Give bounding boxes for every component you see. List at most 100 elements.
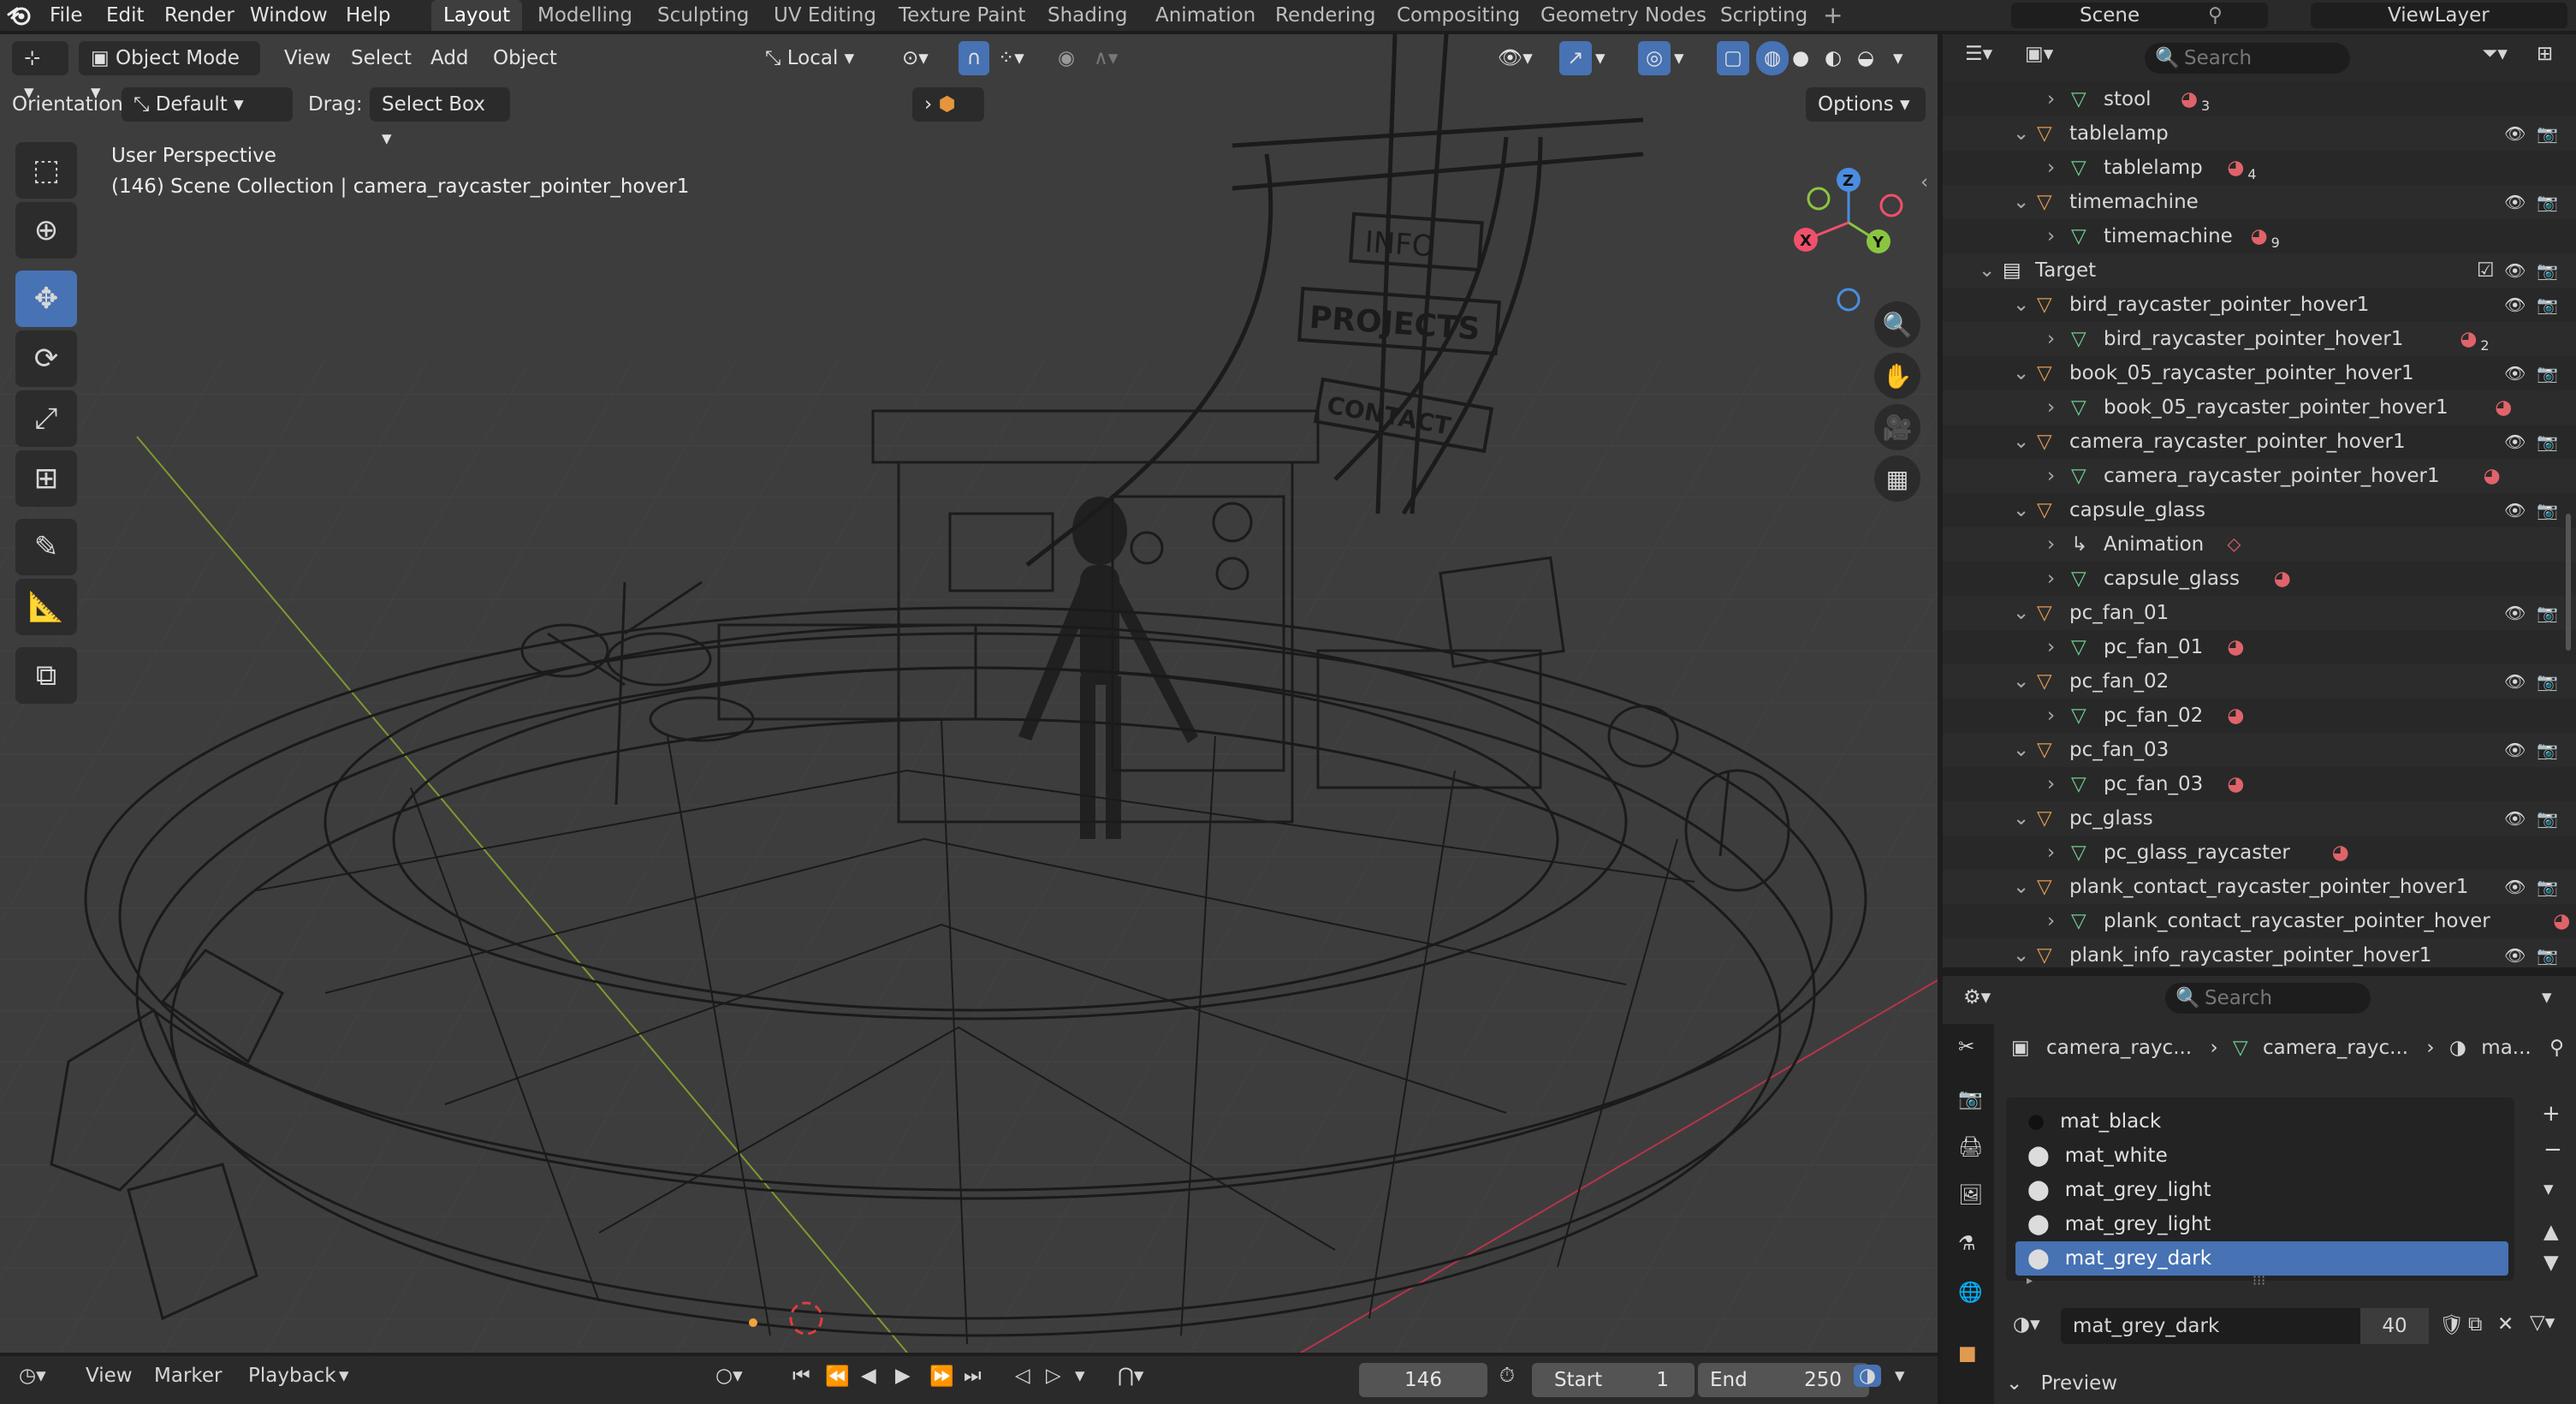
tab-layout[interactable]: Layout	[431, 0, 523, 31]
pin-icon[interactable]: ⚲	[2549, 1031, 2564, 1065]
outliner-row[interactable]: ⌄ ▽ book_05_raycaster_pointer_hover1 👁 📷	[1943, 356, 2576, 390]
play-reverse-icon[interactable]: ◀	[861, 1365, 876, 1387]
visibility-eye-icon[interactable]: 👁	[2504, 253, 2526, 288]
outliner-row[interactable]: ⌄ ▽ tablelamp 👁 📷	[1943, 116, 2576, 151]
pin-icon[interactable]: ⚲	[2208, 4, 2223, 27]
tab-texture-paint[interactable]: Texture Paint	[887, 0, 1037, 31]
tab-compositing[interactable]: Compositing	[1385, 0, 1532, 31]
tab-shading[interactable]: Shading	[1036, 0, 1139, 31]
filter-icon[interactable]: ⏷▾	[2482, 43, 2508, 65]
snap-toggle-icon[interactable]: ∩	[959, 41, 989, 75]
outliner-row[interactable]: › ▽ camera_raycaster_pointer_hover1 ◕	[1943, 459, 2576, 493]
outliner-row[interactable]: › ▽ pc_fan_02 ◕	[1943, 699, 2576, 733]
outliner-row[interactable]: ⌄ ▽ pc_fan_03 👁 📷	[1943, 733, 2576, 767]
exclude-checkbox[interactable]: ☑	[2477, 253, 2495, 288]
close-icon[interactable]: ✕	[2497, 1313, 2514, 1336]
gizmo-expand-button[interactable]: › ⬢	[912, 87, 984, 122]
move-up-icon[interactable]: ▲	[2543, 1221, 2559, 1243]
outliner-row[interactable]: ⌄ ▽ plank_info_raycaster_pointer_hover1 👁 📷	[1943, 938, 2576, 967]
chevron-right-icon[interactable]: ›	[2047, 562, 2055, 596]
menu-edit[interactable]: Edit	[106, 0, 145, 31]
pivot-point-icon[interactable]: ⊙▾	[902, 41, 929, 75]
duplicate-icon[interactable]: ⧉	[2468, 1313, 2482, 1336]
jump-prev-keyframe-icon[interactable]: ⏪	[825, 1365, 850, 1388]
outliner-row[interactable]: › ▽ plank_contact_raycaster_pointer_hover ◕	[1943, 904, 2576, 938]
chevron-right-icon[interactable]: ›	[2047, 699, 2055, 733]
tab-animation[interactable]: Animation	[1143, 0, 1267, 31]
tab-geometry-nodes[interactable]: Geometry Nodes	[1528, 0, 1718, 31]
chevron-down-icon[interactable]: ⌄	[2013, 801, 2029, 836]
orientation-dropdown[interactable]: ⤡ Default ▾	[122, 87, 293, 122]
add-workspace-button[interactable]: +	[1823, 0, 1843, 31]
falloff-icon[interactable]: ∧▾	[1094, 41, 1118, 75]
overlay-toggle-icon[interactable]: ◎	[1638, 41, 1671, 75]
outliner-row[interactable]: ⌄ ▽ pc_fan_01 👁 📷	[1943, 596, 2576, 630]
select-box-tool[interactable]: ⬚	[15, 142, 77, 199]
material-slot[interactable]: ● mat_black	[2015, 1104, 2508, 1139]
scale-tool[interactable]: ⤢	[15, 390, 77, 447]
visibility-eye-icon[interactable]: 👁	[2504, 870, 2526, 904]
chevron-right-icon[interactable]: ›	[2047, 836, 2055, 870]
next-marker-icon[interactable]: ▷	[1046, 1365, 1061, 1387]
visibility-eye-icon[interactable]: 👁	[2504, 596, 2526, 630]
breadcrumb-object[interactable]: camera_rayc...	[2046, 1037, 2192, 1059]
solid-shading-icon[interactable]: ●	[1792, 41, 1809, 75]
visibility-eye-icon[interactable]: 👁	[2504, 493, 2526, 527]
transform-orientation-selector[interactable]: ⤡ Local ▾	[753, 41, 883, 75]
add-cube-tool[interactable]: ⧉	[15, 647, 77, 704]
tab-modelling[interactable]: Modelling	[525, 0, 644, 31]
chevron-down-icon[interactable]: ⌄	[2013, 356, 2029, 390]
view-layer-tab-icon[interactable]: 🖼	[1958, 1183, 1983, 1206]
outliner-row[interactable]: ⌄ ▽ timemachine 👁 📷	[1943, 185, 2576, 219]
chevron-right-icon[interactable]: ›	[2047, 904, 2055, 938]
outliner-row[interactable]: ⌄ ▽ pc_fan_02 👁 📷	[1943, 664, 2576, 699]
proportional-editing-icon[interactable]: ◉	[1058, 41, 1075, 75]
measure-tool[interactable]: 📐	[15, 579, 77, 635]
material-slot[interactable]: ⬤ mat_grey_light	[2015, 1173, 2508, 1207]
pan-button[interactable]: ✋	[1874, 353, 1920, 399]
outliner-row[interactable]: ⌄ ▽ pc_glass 👁 📷	[1943, 801, 2576, 836]
timeline-menu-view[interactable]: View	[86, 1365, 133, 1387]
outliner-row[interactable]: › ▽ timemachine ◕ 9	[1943, 219, 2576, 253]
move-down-icon[interactable]: ▼	[2543, 1252, 2559, 1274]
playback-settings-icon[interactable]: ◑	[1854, 1365, 1882, 1387]
slot-menu-icon[interactable]: ▾	[2543, 1178, 2554, 1200]
end-frame-field[interactable]: End 250	[1698, 1363, 1869, 1397]
collapse-sidebar-icon[interactable]: ‹	[1920, 171, 1928, 193]
prev-marker-icon[interactable]: ◁	[1015, 1365, 1030, 1387]
visibility-icon[interactable]: 👁▾	[1498, 41, 1533, 75]
render-tab-icon[interactable]: 📷	[1958, 1087, 1983, 1110]
render-camera-icon[interactable]: 📷	[2537, 493, 2558, 527]
blender-logo-icon[interactable]	[7, 3, 33, 27]
outliner-editor-type-icon[interactable]: ☰▾	[1965, 43, 1992, 65]
chevron-right-icon[interactable]: ›	[2047, 390, 2055, 425]
output-tab-icon[interactable]: 🖨	[1958, 1135, 1983, 1158]
menu-add[interactable]: Add	[430, 41, 469, 75]
render-camera-icon[interactable]: 📷	[2537, 596, 2558, 630]
outliner-row[interactable]: › ▽ tablelamp ◕ 4	[1943, 151, 2576, 185]
cursor-tool[interactable]: ⊕	[15, 202, 77, 259]
properties-search[interactable]: 🔍 Search	[2165, 983, 2371, 1014]
menu-render[interactable]: Render	[164, 0, 234, 31]
overlay-menu-icon[interactable]: ▾	[1674, 41, 1684, 75]
visibility-eye-icon[interactable]: 👁	[2504, 356, 2526, 390]
timeline-editor-type-icon[interactable]: ◷▾	[19, 1365, 46, 1387]
tab-sculpting[interactable]: Sculpting	[645, 0, 761, 31]
scene-selector[interactable]: Scene ⚲	[2011, 3, 2268, 28]
tool-tab-icon[interactable]: ✂	[1958, 1036, 1974, 1058]
outliner-row[interactable]: ⌄ ▽ bird_raycaster_pointer_hover1 👁 📷	[1943, 288, 2576, 322]
material-shading-icon[interactable]: ◐	[1825, 41, 1842, 75]
chevron-right-icon[interactable]: ›	[2047, 527, 2055, 562]
editor-type-selector[interactable]: ⊹ ▾	[12, 41, 68, 104]
move-tool[interactable]: ✥	[15, 271, 77, 327]
render-camera-icon[interactable]: 📷	[2537, 356, 2558, 390]
outliner-row[interactable]: ⌄ ▽ plank_contact_raycaster_pointer_hover1…	[1943, 870, 2576, 904]
jump-end-icon[interactable]: ⏭	[964, 1365, 982, 1387]
visibility-eye-icon[interactable]: 👁	[2504, 288, 2526, 322]
world-tab-icon[interactable]: 🌐	[1958, 1281, 1983, 1304]
view-layer-selector[interactable]: ViewLayer	[2311, 3, 2567, 28]
properties-editor-type-icon[interactable]: ⚙▾	[1963, 986, 1991, 1008]
xray-toggle-icon[interactable]: ▢	[1717, 41, 1749, 75]
menu-view[interactable]: View	[284, 41, 331, 75]
outliner-row[interactable]: › ▽ pc_fan_01 ◕	[1943, 630, 2576, 664]
